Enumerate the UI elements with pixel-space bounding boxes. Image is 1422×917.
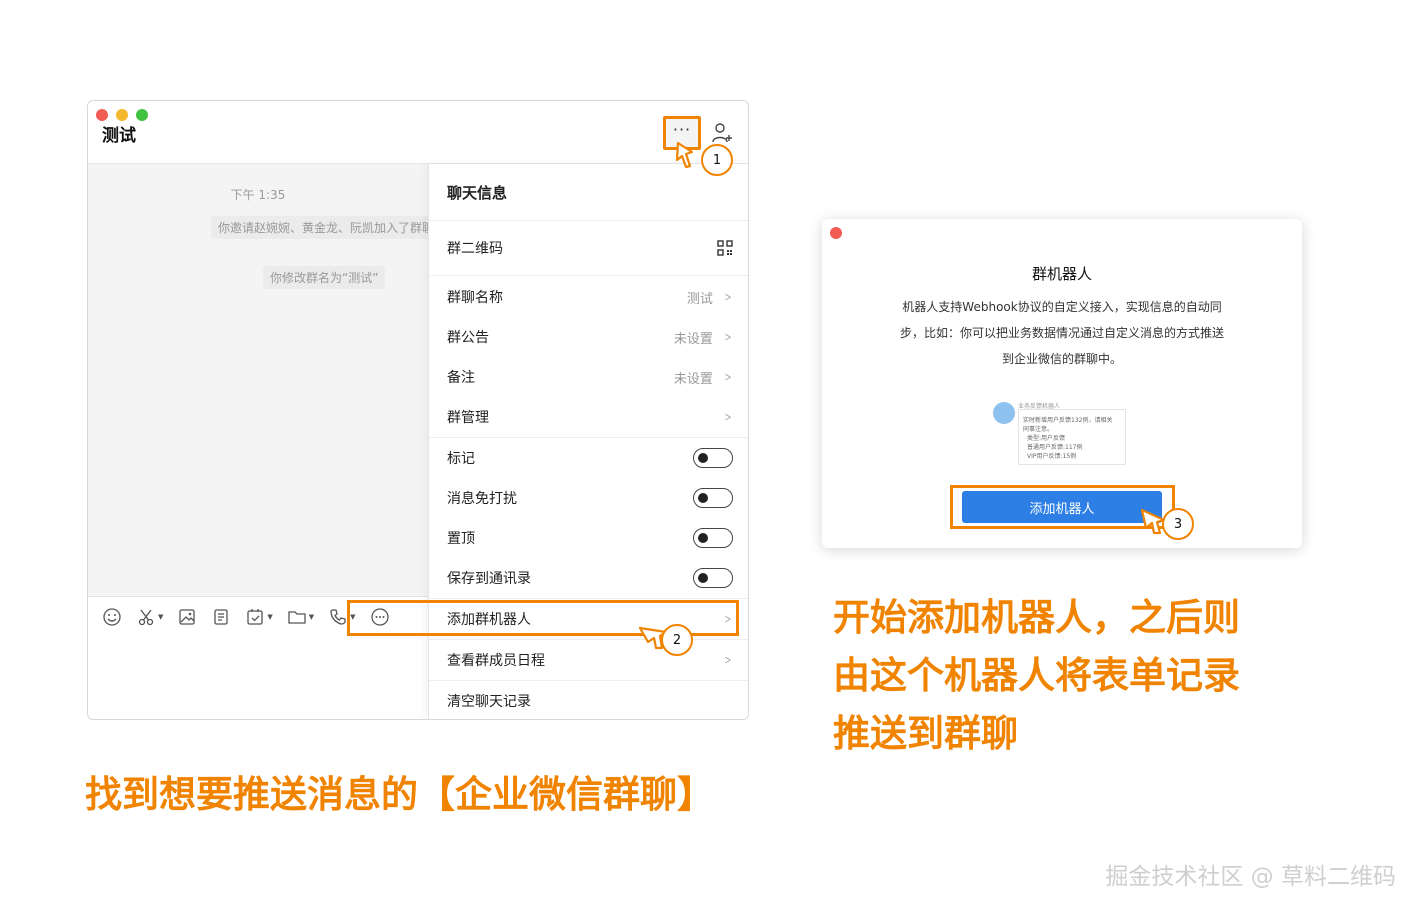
chat-message-area: 下午 1:35 你邀请赵婉婉、黄金龙、阮凯加入了群聊 你修改群名为“测试” <box>88 164 442 596</box>
screenshot-button[interactable]: ▼ <box>136 607 163 627</box>
qr-code-icon <box>717 240 733 256</box>
phone-icon <box>330 609 346 625</box>
group-name-value: 测试 <box>686 291 713 307</box>
image-button[interactable] <box>177 607 197 627</box>
menu-item-group-name[interactable]: 群聊名称 测试 > <box>429 277 748 317</box>
chevron-right-icon: > <box>724 330 732 344</box>
menu-item-label: 群聊名称 <box>447 290 503 306</box>
mute-toggle[interactable] <box>693 488 733 508</box>
dialog-description-line: 机器人支持Webhook协议的自定义接入，实现信息的自动同 <box>902 300 1222 314</box>
folder-button[interactable]: ▼ <box>287 607 314 627</box>
menu-item-manage[interactable]: 群管理 > <box>429 397 748 437</box>
menu-item-label: 群公告 <box>447 330 489 346</box>
calendar-check-icon <box>247 609 264 625</box>
chevron-right-icon: > <box>724 290 732 304</box>
menu-item-clear-history[interactable]: 清空聊天记录 <box>429 681 748 719</box>
caption-right-line: 开始添加机器人，之后则 <box>833 596 1240 639</box>
dialog-description-line: 到企业微信的群聊中。 <box>1001 352 1122 366</box>
chevron-right-icon: > <box>724 653 732 667</box>
step-callout-2: 2 <box>661 624 693 656</box>
caret-down-icon: ▼ <box>158 613 164 621</box>
notice-value: 未设置 <box>673 331 713 347</box>
chat-info-panel: 聊天信息 群二维码 群聊名称 测试 > 群公告 未设置 > 备注 未设置 > 群… <box>428 164 748 719</box>
add-robot-button[interactable]: 添加机器人 <box>962 491 1162 523</box>
system-message-invite: 你邀请赵婉婉、黄金龙、阮凯加入了群聊 <box>211 216 442 239</box>
emoji-button[interactable] <box>102 607 122 627</box>
task-button[interactable]: ▼ <box>245 607 273 627</box>
folder-icon <box>288 611 306 624</box>
emoji-icon <box>103 608 121 626</box>
preview-line: 普通用户反馈:117例 <box>1027 444 1083 451</box>
step-callout-3: 3 <box>1162 508 1194 540</box>
minimize-window-button[interactable] <box>116 109 128 121</box>
pin-toggle[interactable] <box>693 528 733 548</box>
menu-item-label: 消息免打扰 <box>447 491 517 507</box>
robot-message-preview: 实时新增用户反馈132例，请相关 同事注意。 类型:用户反馈 普通用户反馈:11… <box>1018 409 1126 465</box>
menu-item-mark: 标记 <box>429 438 748 478</box>
robot-avatar-icon <box>993 402 1015 424</box>
menu-item-label: 清空聊天记录 <box>447 694 531 710</box>
more-icon: ··· <box>672 120 692 139</box>
chat-title: 测试 <box>102 126 136 146</box>
image-icon <box>179 609 196 625</box>
preview-line: VIP用户反馈:15例 <box>1027 453 1077 460</box>
toolbar-divider <box>88 596 428 597</box>
system-message-rename: 你修改群名为“测试” <box>263 266 386 289</box>
preview-line: 实时新增用户反馈132例，请相关 <box>1023 417 1113 424</box>
maximize-window-button[interactable] <box>136 109 148 121</box>
preview-line: 同事注意。 <box>1023 426 1054 433</box>
menu-item-save-contacts: 保存到通讯录 <box>429 558 748 598</box>
menu-divider <box>429 598 748 599</box>
menu-divider <box>429 275 748 276</box>
mark-toggle[interactable] <box>693 448 733 468</box>
chevron-right-icon: > <box>724 410 732 424</box>
menu-item-label: 置顶 <box>447 531 475 547</box>
preview-line: 类型:用户反馈 <box>1027 435 1066 442</box>
dialog-description-line: 步，比如：你可以把业务数据情况通过自定义消息的方式推送 <box>899 326 1224 340</box>
menu-item-notice[interactable]: 群公告 未设置 > <box>429 317 748 357</box>
dialog-close-button[interactable] <box>830 227 842 239</box>
menu-item-label: 群二维码 <box>447 241 503 257</box>
menu-item-mute: 消息免打扰 <box>429 478 748 518</box>
menu-item-label: 标记 <box>447 451 475 467</box>
chevron-right-icon: > <box>724 370 732 384</box>
caption-left: 找到想要推送消息的【企业微信群聊】 <box>85 773 714 816</box>
chat-info-header: 聊天信息 <box>447 183 508 202</box>
menu-item-label: 保存到通讯录 <box>447 571 531 587</box>
scissors-icon <box>138 609 154 626</box>
caption-right-line: 由这个机器人将表单记录 <box>833 654 1240 697</box>
save-contacts-toggle[interactable] <box>693 568 733 588</box>
close-window-button[interactable] <box>96 109 108 121</box>
menu-item-remark[interactable]: 备注 未设置 > <box>429 357 748 397</box>
menu-item-label: 备注 <box>447 370 475 386</box>
document-button[interactable] <box>211 607 231 627</box>
caret-down-icon: ▼ <box>267 613 273 621</box>
step-callout-1: 1 <box>701 144 733 176</box>
dialog-title: 群机器人 <box>1031 265 1092 283</box>
menu-item-member-schedule[interactable]: 查看群成员日程 > <box>429 640 748 680</box>
menu-item-pin: 置顶 <box>429 518 748 558</box>
watermark: 掘金技术社区 @ 草料二维码 <box>1105 864 1396 890</box>
menu-item-qr-code[interactable]: 群二维码 <box>429 221 748 275</box>
system-time: 下午 1:35 <box>230 188 286 202</box>
remark-value: 未设置 <box>673 371 713 387</box>
menu-item-label: 查看群成员日程 <box>447 653 545 669</box>
document-icon <box>214 609 229 625</box>
caption-right-line: 推送到群聊 <box>833 712 1018 755</box>
menu-item-label: 群管理 <box>447 410 489 426</box>
caret-down-icon: ▼ <box>308 613 315 621</box>
